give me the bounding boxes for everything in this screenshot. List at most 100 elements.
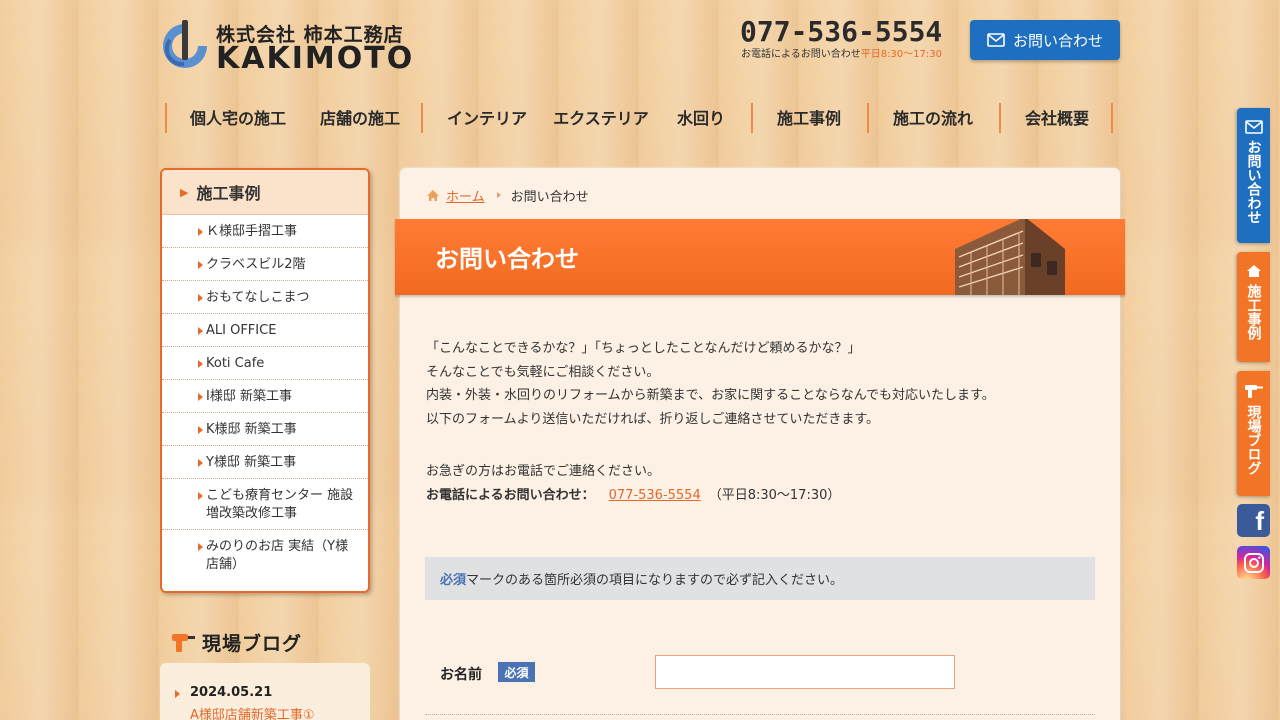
sidebar-item[interactable]: クラベスビル2階 bbox=[162, 248, 368, 281]
global-nav: 個人宅の施工 店舗の施工 インテリア エクステリア 水回り 施工事例 施工の流れ… bbox=[165, 101, 1115, 133]
drill-icon bbox=[1244, 385, 1263, 398]
tel-link[interactable]: 077-536-5554 bbox=[609, 488, 701, 503]
triangle-right-icon bbox=[198, 261, 203, 269]
triangle-right-icon bbox=[198, 294, 203, 302]
sidebar-item-label: K様邸 新築工事 bbox=[206, 422, 297, 437]
tel-note-text: お電話によるお問い合わせ bbox=[741, 49, 861, 60]
urgent-contact: お急ぎの方はお電話でご連絡ください。 お電話によるお問い合わせ： 077-536-… bbox=[426, 460, 1096, 508]
sidebar-item[interactable]: こども療育センター 施設増改築改修工事 bbox=[162, 479, 368, 530]
house-icon bbox=[1246, 265, 1261, 277]
triangle-right-icon bbox=[175, 690, 180, 698]
name-input[interactable] bbox=[655, 655, 955, 689]
sidebar-item[interactable]: K様邸 新築工事 bbox=[162, 413, 368, 446]
intro-line: 内装・外装・水回りのリフォームから新築まで、お家に関することならなんでも対応いた… bbox=[426, 388, 995, 403]
side-tab-works[interactable]: 施工事例 bbox=[1237, 252, 1270, 362]
tel-note: お電話によるお問い合わせ平日8:30～17:30 bbox=[741, 48, 950, 62]
sidebar-item-label: こども療育センター 施設増改築改修工事 bbox=[206, 488, 354, 521]
instagram-glyph-icon bbox=[1243, 552, 1264, 573]
side-tab-contact[interactable]: お問い合わせ bbox=[1237, 108, 1270, 243]
blog-title-label: 現場ブログ bbox=[202, 632, 303, 655]
header-tel: 077-536-5554 お電話によるお問い合わせ平日8:30～17:30 bbox=[740, 16, 950, 62]
form-row-name: お名前 必須 bbox=[425, 645, 1095, 715]
tel-number: 077-536-5554 bbox=[740, 15, 943, 48]
nav-item-works[interactable]: 施工事例 bbox=[763, 101, 855, 133]
header-contact-label: お問い合わせ bbox=[1012, 31, 1103, 50]
sidebar-item[interactable]: みのりのお店 実結（Y様店舗） bbox=[162, 530, 368, 580]
tel-hours: 平日8:30～17:30 bbox=[860, 49, 942, 60]
intro-line: そんなことでも気軽にご相談ください。 bbox=[426, 364, 660, 380]
breadcrumb-home[interactable]: ホーム bbox=[446, 186, 485, 205]
required-word: 必須 bbox=[440, 573, 467, 588]
nav-item-interior[interactable]: インテリア bbox=[435, 101, 539, 133]
breadcrumb-separator-icon bbox=[496, 192, 501, 198]
required-notice-text: マークのある箇所必須の項目になりますので必ず記入ください。 bbox=[466, 573, 844, 588]
intro-line: 「こんなことできるかな？」「ちょっとしたことなんだけど頼めるかな？」 bbox=[426, 341, 861, 356]
nav-separator bbox=[1111, 103, 1113, 133]
breadcrumb: ホーム お問い合わせ bbox=[426, 186, 589, 205]
triangle-right-icon bbox=[198, 393, 203, 401]
sidebar-item[interactable]: I様邸 新築工事 bbox=[162, 380, 368, 413]
sidebar-list: Ｋ様邸手摺工事 クラベスビル2階 おもてなしこまつ ALI OFFICE Kot… bbox=[162, 215, 368, 580]
nav-item-exterior[interactable]: エクステリア bbox=[547, 101, 655, 133]
side-tab-blog-label: 現場ブログ bbox=[1245, 405, 1262, 475]
logo-mark-icon bbox=[163, 20, 207, 68]
triangle-right-icon bbox=[198, 459, 203, 467]
required-notice: 必須 マークのある箇所必須の項目になりますので必ず記入ください。 bbox=[425, 557, 1095, 600]
triangle-right-icon bbox=[198, 492, 203, 500]
sidebar-item[interactable]: Y様邸 新築工事 bbox=[162, 446, 368, 479]
side-tab-contact-label: お問い合わせ bbox=[1245, 140, 1262, 224]
sidebar-item-label: おもてなしこまつ bbox=[206, 290, 310, 305]
nav-item-company[interactable]: 会社概要 bbox=[1011, 101, 1103, 133]
mail-icon bbox=[987, 33, 1005, 47]
sidebar-item-label: みのりのお店 実結（Y様店舗） bbox=[206, 539, 349, 572]
blog-date: 2024.05.21 bbox=[190, 685, 273, 700]
sidebar-item[interactable]: Ｋ様邸手摺工事 bbox=[162, 215, 368, 248]
sidebar-item[interactable]: ALI OFFICE bbox=[162, 314, 368, 347]
chevron-right-icon: ▶ bbox=[180, 185, 189, 199]
site-logo[interactable]: 株式会社 柿本工務店 KAKIMOTO bbox=[160, 18, 430, 76]
instagram-icon[interactable] bbox=[1237, 546, 1270, 579]
tel-hours-note: （平日8:30～17:30） bbox=[708, 488, 841, 503]
page-title: お問い合わせ bbox=[435, 245, 579, 273]
sidebar-heading[interactable]: ▶ 施工事例 bbox=[162, 170, 368, 215]
sidebar-item-label: I様邸 新築工事 bbox=[206, 389, 292, 404]
home-icon bbox=[427, 189, 439, 201]
nav-separator bbox=[999, 103, 1001, 133]
intro-line: 以下のフォームより送信いただければ、折り返しご連絡させていただきます。 bbox=[426, 411, 880, 427]
sidebar-item[interactable]: Koti Cafe bbox=[162, 347, 368, 380]
sidebar-item-label: ALI OFFICE bbox=[206, 323, 277, 338]
side-tab-blog[interactable]: 現場ブログ bbox=[1237, 371, 1270, 496]
nav-separator bbox=[421, 103, 423, 133]
nav-item-flow[interactable]: 施工の流れ bbox=[879, 101, 987, 133]
nav-item-residential[interactable]: 個人宅の施工 bbox=[177, 101, 299, 133]
nav-separator bbox=[165, 103, 167, 133]
sidebar-item[interactable]: おもてなしこまつ bbox=[162, 281, 368, 314]
name-label: お名前 bbox=[440, 667, 482, 683]
nav-item-plumbing[interactable]: 水回り bbox=[663, 101, 739, 133]
intro-text: 「こんなことできるかな？」「ちょっとしたことなんだけど頼めるかな？」 そんなこと… bbox=[426, 337, 1096, 431]
sidebar-item-label: Y様邸 新築工事 bbox=[206, 455, 297, 470]
sidebar-item-label: Ｋ様邸手摺工事 bbox=[206, 224, 298, 239]
drill-icon bbox=[172, 634, 195, 652]
triangle-right-icon bbox=[198, 327, 203, 335]
nav-separator bbox=[867, 103, 869, 133]
page-banner: お問い合わせ bbox=[395, 219, 1125, 295]
header-contact-button[interactable]: お問い合わせ bbox=[970, 20, 1120, 60]
blog-link[interactable]: A様邸店舗新築工事① bbox=[190, 704, 315, 720]
facebook-icon[interactable]: f bbox=[1237, 504, 1270, 537]
logo-text: KAKIMOTO bbox=[216, 41, 415, 76]
nav-item-store[interactable]: 店舗の施工 bbox=[305, 101, 415, 133]
urgent-tel-line: お電話によるお問い合わせ： 077-536-5554 （平日8:30～17:30） bbox=[426, 484, 1096, 508]
mail-icon bbox=[1244, 120, 1263, 134]
urgent-line: お急ぎの方はお電話でご連絡ください。 bbox=[426, 464, 661, 479]
breadcrumb-current: お問い合わせ bbox=[510, 189, 589, 205]
sidebar-heading-label: 施工事例 bbox=[196, 184, 261, 203]
side-tab-works-label: 施工事例 bbox=[1245, 284, 1262, 340]
tel-label: お電話によるお問い合わせ： bbox=[426, 488, 595, 503]
blog-title[interactable]: 現場ブログ bbox=[170, 628, 310, 656]
triangle-right-icon bbox=[198, 426, 203, 434]
blog-box: 2024.05.21 A様邸店舗新築工事① bbox=[160, 663, 370, 720]
sidebar-works: ▶ 施工事例 Ｋ様邸手摺工事 クラベスビル2階 おもてなしこまつ ALI OFF… bbox=[160, 168, 370, 593]
sidebar-item-label: クラベスビル2階 bbox=[206, 257, 306, 272]
required-badge: 必須 bbox=[498, 662, 535, 682]
